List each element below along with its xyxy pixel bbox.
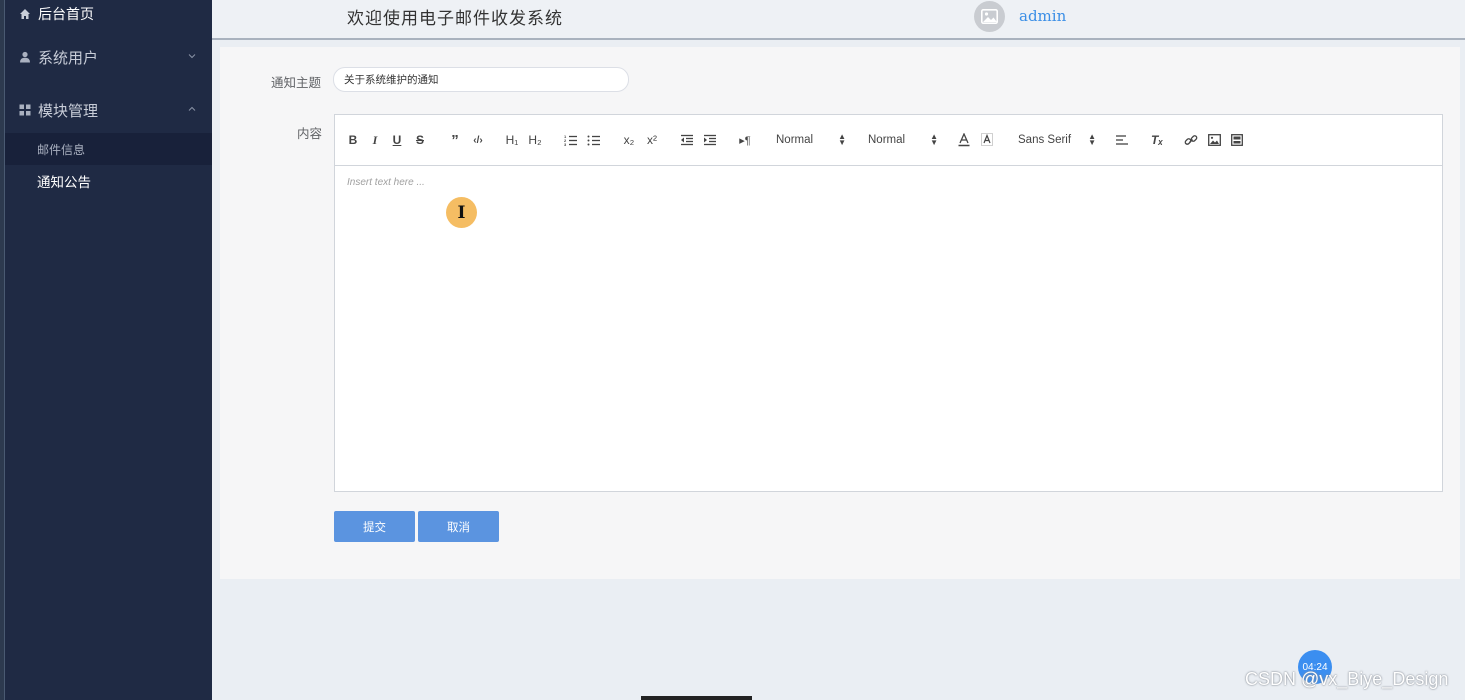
background-color-icon[interactable] bbox=[979, 131, 995, 149]
clear-format-button[interactable]: Tₓ bbox=[1149, 131, 1165, 149]
superscript-button[interactable]: x² bbox=[644, 131, 660, 149]
code-block-button[interactable]: ‹/› bbox=[469, 131, 487, 149]
text-color-icon[interactable] bbox=[956, 131, 972, 149]
sidebar-item-users-label: 系统用户 bbox=[38, 48, 99, 67]
sidebar-item-modules-label: 模块管理 bbox=[38, 101, 99, 120]
ordered-list-icon[interactable]: 123 bbox=[563, 131, 579, 149]
sidebar-item-modules[interactable]: 模块管理 bbox=[5, 95, 212, 125]
size-select-value: Normal bbox=[776, 134, 814, 146]
select-arrows-icon: ▲ ▼ bbox=[930, 132, 938, 147]
home-icon bbox=[18, 7, 32, 21]
header-select-value: Normal bbox=[868, 134, 906, 146]
top-header: 欢迎使用电子邮件收发系统 admin bbox=[212, 0, 1465, 40]
strikethrough-button[interactable]: S bbox=[413, 131, 427, 149]
grid-icon bbox=[18, 103, 32, 117]
video-icon[interactable] bbox=[1229, 131, 1245, 149]
sidebar-item-home-label: 后台首页 bbox=[38, 7, 94, 23]
editor-toolbar: B I U S ” ‹/› H₁ H₂ 123 x₂ x² ▸¶ Normal … bbox=[335, 115, 1442, 166]
header-select[interactable]: Normal ▲ ▼ bbox=[868, 131, 938, 149]
bottom-bar bbox=[641, 696, 752, 700]
subscript-button[interactable]: x₂ bbox=[621, 131, 637, 149]
avatar[interactable] bbox=[974, 1, 1005, 32]
svg-text:3: 3 bbox=[564, 142, 567, 146]
bullet-list-icon[interactable] bbox=[586, 131, 602, 149]
header2-button[interactable]: H₂ bbox=[526, 131, 544, 149]
outdent-icon[interactable] bbox=[679, 131, 695, 149]
image-icon[interactable] bbox=[1206, 131, 1222, 149]
rich-text-editor: B I U S ” ‹/› H₁ H₂ 123 x₂ x² ▸¶ Normal … bbox=[334, 114, 1443, 492]
site-title: 欢迎使用电子邮件收发系统 bbox=[347, 9, 563, 29]
font-select[interactable]: Sans Serif ▲ ▼ bbox=[1018, 131, 1096, 149]
sidebar-item-home[interactable]: 后台首页 bbox=[5, 0, 212, 28]
header1-button[interactable]: H₁ bbox=[503, 131, 521, 149]
subject-label: 通知主题 bbox=[271, 75, 322, 90]
size-select[interactable]: Normal ▲ ▼ bbox=[776, 131, 846, 149]
submit-button[interactable]: 提交 bbox=[334, 511, 415, 542]
cancel-button[interactable]: 取消 bbox=[418, 511, 499, 542]
submenu-modules: 邮件信息 通知公告 bbox=[5, 133, 212, 197]
notice-form-panel: 通知主题 内容 B I U S ” ‹/› H₁ H₂ 123 x₂ x² bbox=[220, 47, 1460, 579]
user-icon bbox=[18, 50, 32, 64]
text-cursor-highlight-icon: I bbox=[446, 197, 477, 228]
font-select-value: Sans Serif bbox=[1018, 134, 1072, 146]
align-icon[interactable] bbox=[1114, 131, 1130, 149]
sidebar: 后台首页 系统用户 模块管理 邮件信息 通知公告 bbox=[5, 0, 212, 700]
image-icon bbox=[981, 9, 998, 24]
submenu-item-mail-info[interactable]: 邮件信息 bbox=[5, 133, 212, 165]
bold-button[interactable]: B bbox=[346, 131, 360, 149]
editor-placeholder: Insert text here ... bbox=[347, 177, 425, 188]
indent-icon[interactable] bbox=[702, 131, 718, 149]
subject-input[interactable] bbox=[333, 67, 629, 92]
select-arrows-icon: ▲ ▼ bbox=[838, 132, 846, 147]
blockquote-button[interactable]: ” bbox=[447, 131, 463, 149]
chevron-up-icon bbox=[188, 106, 196, 111]
content-label: 内容 bbox=[297, 126, 323, 141]
submenu-item-notices[interactable]: 通知公告 bbox=[5, 165, 212, 197]
underline-button[interactable]: U bbox=[390, 131, 404, 149]
username-link[interactable]: admin bbox=[1019, 7, 1066, 25]
link-icon[interactable] bbox=[1183, 131, 1199, 149]
sidebar-item-users[interactable]: 系统用户 bbox=[5, 42, 212, 72]
select-arrows-icon: ▲ ▼ bbox=[1088, 132, 1096, 147]
text-direction-button[interactable]: ▸¶ bbox=[736, 131, 754, 149]
italic-button[interactable]: I bbox=[368, 131, 382, 149]
watermark: CSDN @vx_Biye_Design bbox=[1245, 669, 1449, 689]
editor-content-area[interactable]: Insert text here ... bbox=[335, 166, 1442, 491]
chevron-down-icon bbox=[188, 54, 196, 59]
